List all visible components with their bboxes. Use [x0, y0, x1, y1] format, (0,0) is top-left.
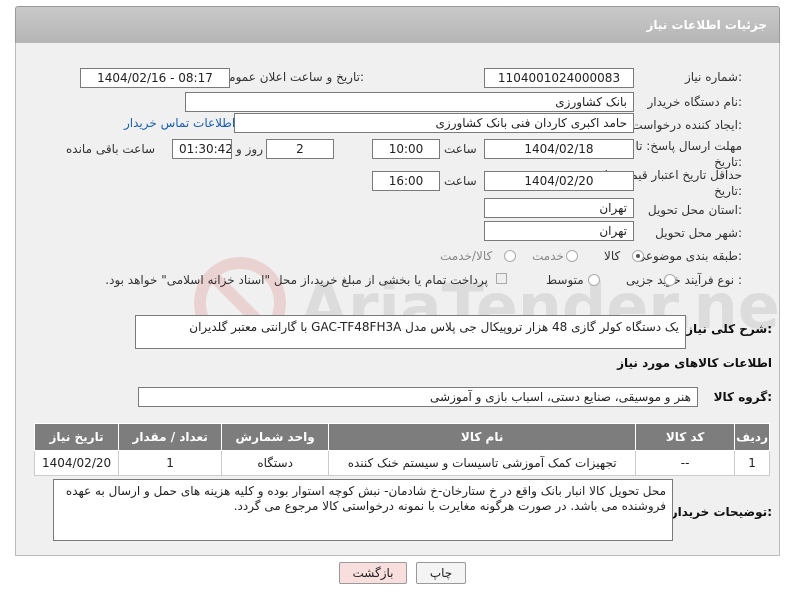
col-unit: واحد شمارش	[221, 423, 330, 451]
validity-time-label: ساعت	[444, 174, 477, 188]
deadline-time-field: 10:00	[372, 139, 440, 159]
page-title: جزئیات اطلاعات نیاز	[646, 18, 767, 32]
description-text: یک دستگاه کولر گازی 48 هزار تروپیکال جی …	[189, 320, 679, 334]
category-option-goods: کالا	[604, 249, 621, 263]
contact-info-link[interactable]: اطلاعات تماس خریدار	[124, 116, 235, 130]
category-option-service: خدمت	[532, 249, 564, 263]
validity-time-field: 16:00	[372, 171, 440, 191]
creator-field: حامد اکبری کاردان فنی بانک کشاورزی	[234, 113, 634, 133]
remaining-time-field: 01:30:42	[172, 139, 232, 159]
category-radio-goods-service[interactable]	[504, 250, 516, 262]
validity-date-field: 1404/02/20	[484, 171, 634, 191]
col-code: کد کالا	[635, 423, 736, 451]
cell-row: 1	[734, 450, 770, 476]
purchase-option-minor: جزیی	[626, 273, 654, 287]
cell-need-date: 1404/02/20	[33, 450, 120, 476]
col-need-date: تاریخ نیاز	[33, 423, 120, 451]
creator-label: ایجاد کننده درخواست:	[631, 118, 742, 132]
col-quantity: تعداد / مقدار	[118, 423, 223, 451]
remaining-label: ساعت باقی مانده	[66, 142, 156, 156]
description-textarea[interactable]: یک دستگاه کولر گازی 48 هزار تروپیکال جی …	[135, 315, 686, 349]
back-button[interactable]: بازگشت	[339, 562, 407, 584]
table-row: 1 -- تجهیزات کمک آموزشی تاسیسات و سیستم …	[33, 450, 770, 476]
col-row: ردیف	[734, 423, 770, 451]
deadline-time-label: ساعت	[444, 142, 477, 156]
province-label: استان محل تحویل:	[647, 203, 742, 217]
goods-table-wrapper: ردیف کد کالا نام کالا واحد شمارش تعداد /…	[33, 423, 770, 476]
cell-unit: دستگاه	[221, 450, 330, 476]
buyer-notes-textarea[interactable]: محل تحویل کالا انبار بانک واقع در خ ستار…	[53, 479, 673, 541]
category-radio-goods[interactable]	[632, 250, 644, 262]
treasury-checkbox[interactable]	[496, 273, 507, 284]
purchase-radio-minor[interactable]	[664, 274, 676, 286]
goods-group-field: هنر و موسیقی، صنایع دستی، اسباب بازی و آ…	[138, 387, 698, 407]
cell-code: --	[635, 450, 736, 476]
cell-quantity: 1	[118, 450, 223, 476]
buyer-notes-text: محل تحویل کالا انبار بانک واقع در خ ستار…	[65, 484, 666, 513]
deadline-date-field: 1404/02/18	[484, 139, 634, 159]
buyer-org-field: بانک کشاورزی	[185, 92, 634, 112]
goods-section-title: اطلاعات کالاهای مورد نیاز	[617, 356, 772, 370]
city-label: شهر محل تحویل:	[655, 226, 742, 240]
purchase-radio-medium[interactable]	[588, 274, 600, 286]
announce-label: تاریخ و ساعت اعلان عمومی:	[219, 70, 364, 84]
goods-table-header: ردیف کد کالا نام کالا واحد شمارش تعداد /…	[33, 423, 770, 451]
goods-group-label: گروه کالا:	[713, 390, 772, 404]
need-number-field: 1104001024000083	[484, 68, 634, 88]
need-number-label: شماره نیاز:	[684, 70, 742, 84]
cell-name: تجهیزات کمک آموزشی تاسیسات و سیستم خنک ک…	[328, 450, 637, 476]
goods-table: ردیف کد کالا نام کالا واحد شمارش تعداد /…	[33, 423, 770, 476]
days-field: 2	[266, 139, 334, 159]
days-label: روز و	[236, 142, 263, 156]
panel-header: جزئیات اطلاعات نیاز	[15, 6, 780, 44]
category-label: طبقه بندی موضوعی:	[635, 249, 742, 263]
treasury-note: پرداخت تمام یا بخشی از مبلغ خرید،از محل …	[105, 273, 488, 287]
announce-field: 1404/02/16 - 08:17	[80, 68, 230, 88]
buyer-org-label: نام دستگاه خریدار:	[647, 95, 743, 109]
buyer-notes-label: توضیحات خریدار:	[670, 505, 772, 519]
print-button[interactable]: چاپ	[416, 562, 466, 584]
description-label: شرح کلی نیاز:	[686, 322, 772, 336]
col-name: نام کالا	[328, 423, 637, 451]
city-field: تهران	[484, 221, 634, 241]
purchase-option-medium: متوسط	[546, 273, 584, 287]
deadline-label: مهلت ارسال پاسخ: تا تاریخ:	[635, 139, 742, 169]
province-field: تهران	[484, 198, 634, 218]
category-option-goods-service: کالا/خدمت	[440, 249, 493, 263]
category-radio-service[interactable]	[566, 250, 578, 262]
